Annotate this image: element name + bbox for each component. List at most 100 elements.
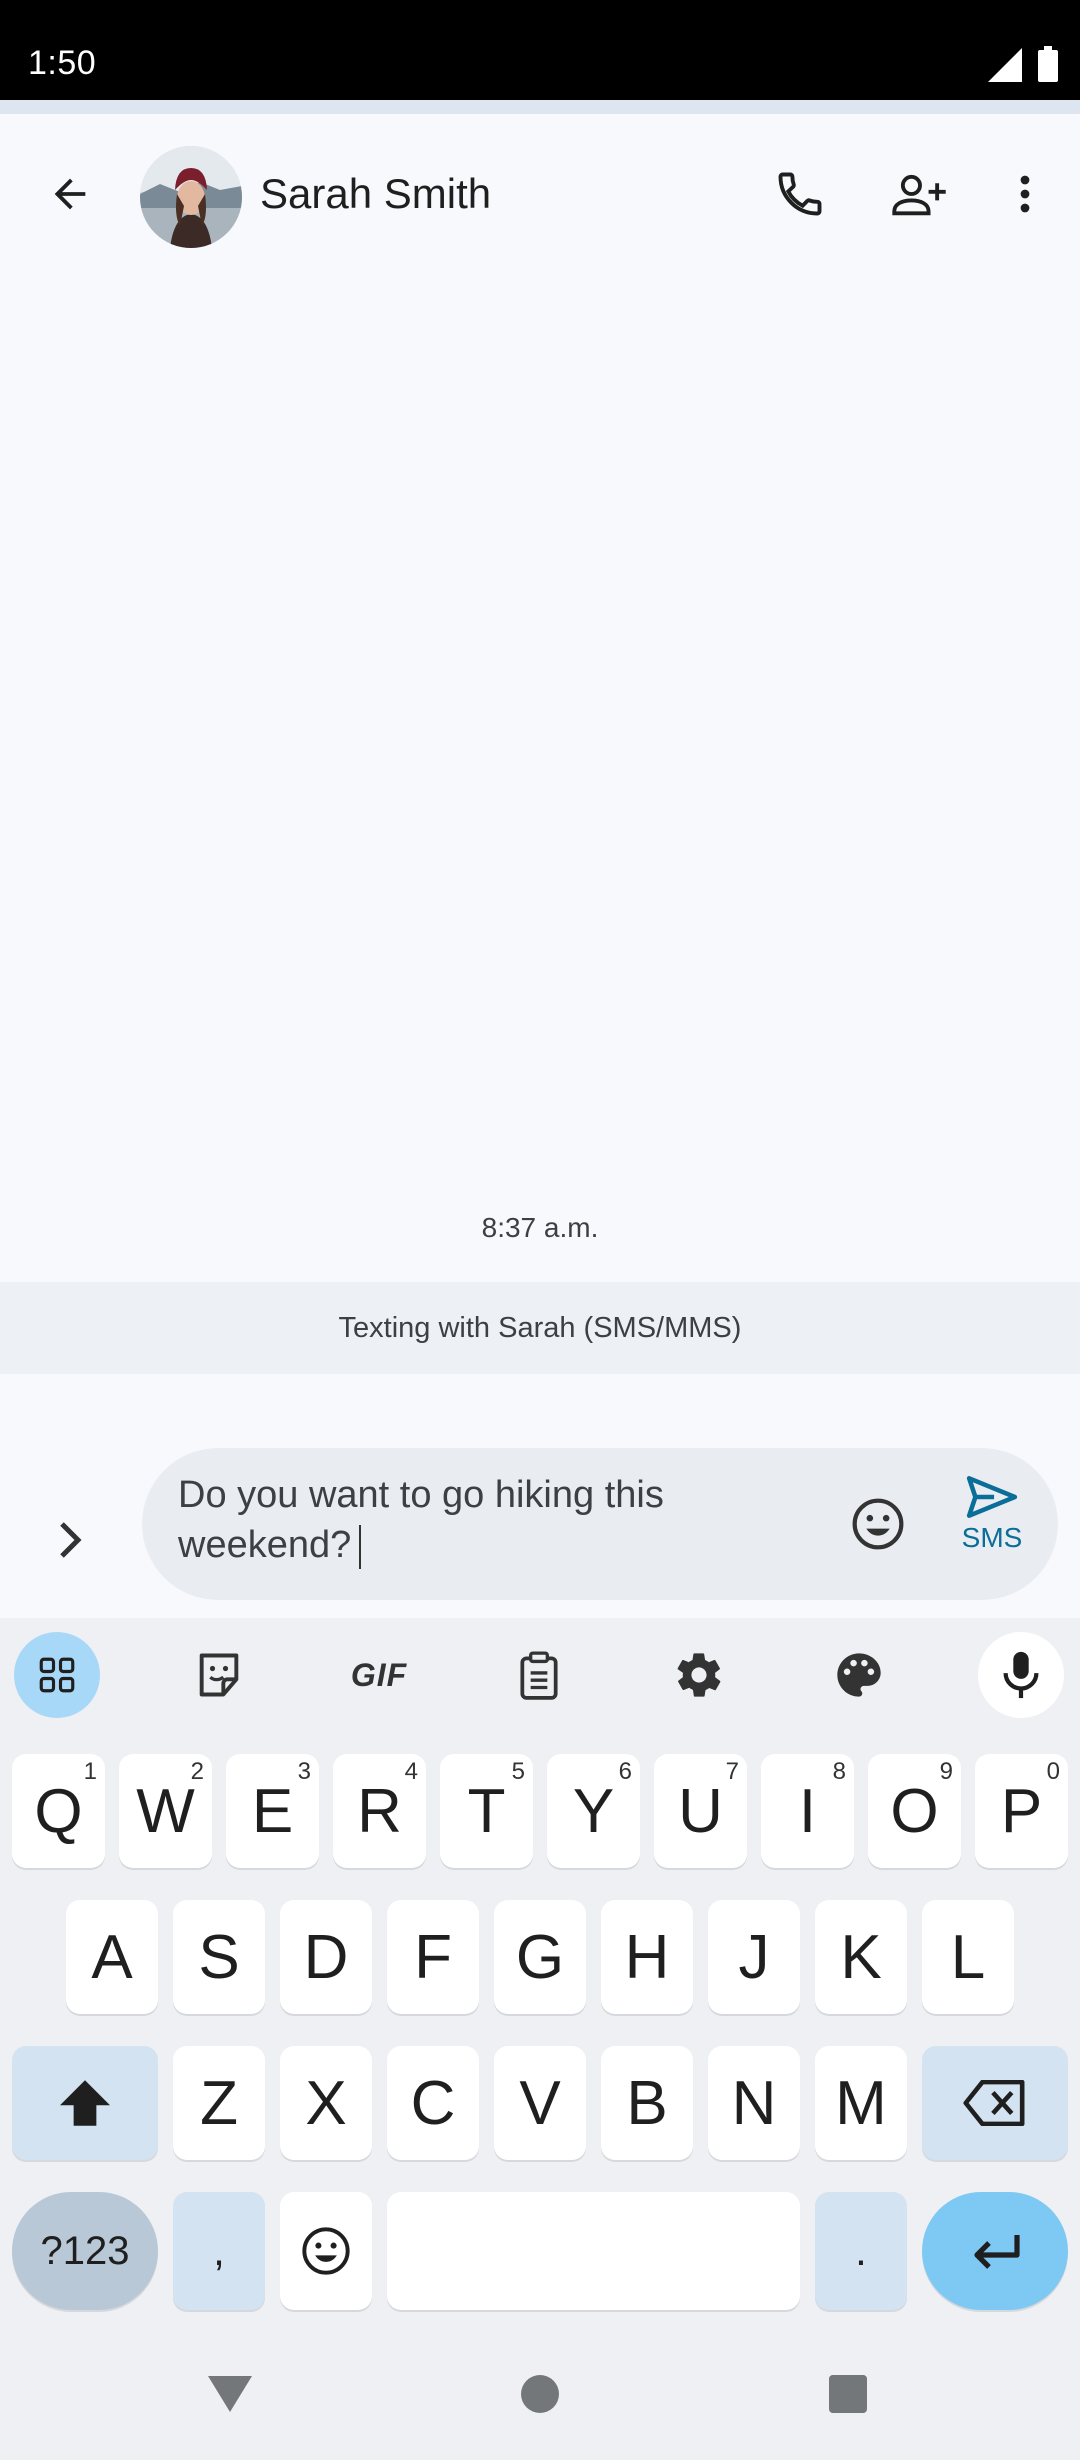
gear-icon (677, 1653, 721, 1697)
key-label: Q (34, 1776, 83, 1846)
key-f[interactable]: F (387, 1900, 479, 2014)
key-o[interactable]: O9 (868, 1754, 961, 1868)
key-label: E (251, 1776, 294, 1846)
compose-field[interactable]: Do you want to go hiking this weekend? S… (142, 1448, 1058, 1600)
expand-attachments-button[interactable] (30, 1500, 110, 1580)
back-button[interactable] (30, 154, 110, 234)
key-h[interactable]: H (601, 1900, 693, 2014)
key-label: R (357, 1776, 402, 1846)
palette-icon (837, 1653, 881, 1697)
sticker-icon (199, 1653, 239, 1697)
key-p[interactable]: P0 (975, 1754, 1068, 1868)
status-icons (988, 46, 1058, 82)
mic-icon (1003, 1651, 1039, 1699)
key-c[interactable]: C (387, 2046, 479, 2160)
key-n[interactable]: N (708, 2046, 800, 2160)
key-r[interactable]: R4 (333, 1754, 426, 1868)
key-y[interactable]: Y6 (547, 1754, 640, 1868)
key-q[interactable]: Q1 (12, 1754, 105, 1868)
key-d[interactable]: D (280, 1900, 372, 2014)
status-bar: 1:50 (0, 0, 1080, 100)
shift-key[interactable] (12, 2046, 158, 2160)
key-hint: 7 (725, 1758, 739, 1785)
settings-button[interactable] (656, 1632, 742, 1718)
gif-label: GIF (350, 1656, 408, 1693)
system-nav-bar (0, 2328, 1080, 2460)
key-g[interactable]: G (494, 1900, 586, 2014)
key-i[interactable]: I8 (761, 1754, 854, 1868)
nav-back-icon (208, 2376, 252, 2412)
contact-name[interactable]: Sarah Smith (260, 170, 491, 218)
key-hint: 1 (83, 1758, 97, 1785)
key-label: P (1000, 1776, 1043, 1846)
clipboard-button[interactable] (496, 1632, 582, 1718)
chevron-right-icon (60, 1522, 82, 1558)
space-key[interactable] (387, 2192, 800, 2310)
key-k[interactable]: K (815, 1900, 907, 2014)
more-vert-icon (1020, 175, 1030, 213)
key-b[interactable]: B (601, 2046, 693, 2160)
nav-back-button[interactable] (190, 2354, 270, 2434)
backspace-key[interactable] (922, 2046, 1068, 2160)
key-v[interactable]: V (494, 2046, 586, 2160)
key-label: I (798, 1776, 817, 1846)
shift-icon (60, 2080, 110, 2126)
key-j[interactable]: J (708, 1900, 800, 2014)
key-s[interactable]: S (173, 1900, 265, 2014)
compose-input-text: Do you want to go hiking this weekend? (178, 1474, 664, 1566)
conversation-area: 8:37 a.m. (0, 276, 1080, 1282)
call-button[interactable] (760, 154, 840, 234)
text-caret (359, 1524, 362, 1569)
key-u[interactable]: U7 (654, 1754, 747, 1868)
keyboard: GIF Q1 W2 E3 R4 T5 Y6 U7 I8 O9 P0 A S D … (0, 1618, 1080, 2328)
nav-home-button[interactable] (500, 2354, 580, 2434)
key-hint: 6 (618, 1758, 632, 1785)
key-m[interactable]: M (815, 2046, 907, 2160)
theme-button[interactable] (816, 1632, 902, 1718)
send-button[interactable]: SMS (942, 1474, 1042, 1574)
emoji-key[interactable] (280, 2192, 372, 2310)
add-person-icon (892, 174, 946, 216)
enter-key[interactable] (922, 2192, 1068, 2310)
key-e[interactable]: E3 (226, 1754, 319, 1868)
avatar-image (140, 146, 242, 248)
key-label: Y (572, 1776, 615, 1846)
key-x[interactable]: X (280, 2046, 372, 2160)
voice-input-button[interactable] (978, 1632, 1064, 1718)
avatar[interactable] (140, 146, 242, 248)
add-person-button[interactable] (880, 154, 960, 234)
comma-key[interactable]: , (173, 2192, 265, 2310)
sticker-button[interactable] (176, 1632, 262, 1718)
key-label: U (678, 1776, 723, 1846)
key-label: T (467, 1776, 506, 1846)
nav-home-icon (521, 2375, 559, 2413)
battery-icon (1038, 46, 1058, 82)
send-icon (966, 1476, 1018, 1518)
key-label: W (136, 1776, 195, 1846)
signal-icon (988, 48, 1022, 82)
emoji-button[interactable] (838, 1484, 918, 1564)
status-strip (0, 100, 1080, 114)
period-key[interactable]: . (815, 2192, 907, 2310)
key-t[interactable]: T5 (440, 1754, 533, 1868)
clipboard-icon (520, 1651, 558, 1700)
key-hint: 3 (297, 1758, 311, 1785)
keyboard-toolbar: GIF (0, 1618, 1080, 1734)
nav-recents-button[interactable] (808, 2354, 888, 2434)
key-w[interactable]: W2 (119, 1754, 212, 1868)
key-l[interactable]: L (922, 1900, 1014, 2014)
send-mode-label: SMS (961, 1522, 1023, 1553)
backspace-icon (963, 2080, 1025, 2126)
key-hint: 0 (1046, 1758, 1060, 1785)
key-a[interactable]: A (66, 1900, 158, 2014)
key-hint: 5 (511, 1758, 525, 1785)
apps-grid-icon (39, 1657, 75, 1693)
more-options-button[interactable] (985, 154, 1065, 234)
gif-button[interactable]: GIF (336, 1632, 422, 1718)
key-z[interactable]: Z (173, 2046, 265, 2160)
symbols-key[interactable]: ?123 (12, 2192, 158, 2310)
compose-row: Do you want to go hiking this weekend? S… (0, 1374, 1080, 1618)
apps-grid-button[interactable] (14, 1632, 100, 1718)
emoji-icon (302, 2227, 350, 2275)
compose-input[interactable]: Do you want to go hiking this weekend? (178, 1470, 818, 1570)
